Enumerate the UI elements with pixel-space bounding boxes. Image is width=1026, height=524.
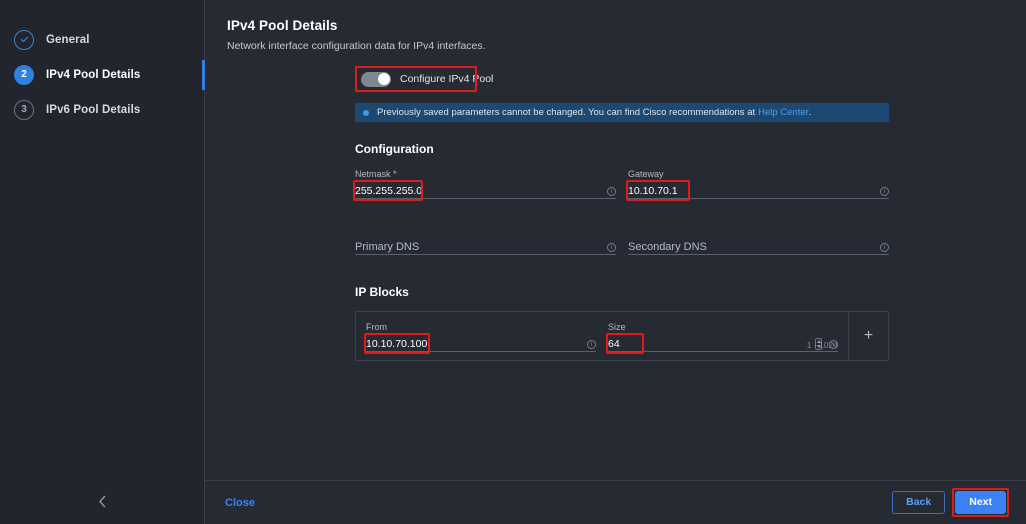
- help-center-link[interactable]: Help Center: [758, 107, 809, 118]
- ip-block-size-helper-text: 1 - 1024: [807, 340, 838, 350]
- configuration-row-1: Netmask * 255.255.255.0 i Gateway 10.10.…: [355, 169, 889, 199]
- ip-block-size-input[interactable]: 64 i: [608, 335, 838, 352]
- secondary-dns-field[interactable]: Secondary DNS i: [628, 225, 889, 255]
- ip-block-from-label: From: [366, 322, 596, 333]
- info-dot-icon: [363, 110, 369, 116]
- secondary-dns-placeholder: Secondary DNS: [628, 241, 707, 254]
- gateway-input[interactable]: 10.10.70.1 i: [628, 182, 889, 199]
- info-circle-icon[interactable]: i: [607, 243, 616, 252]
- wizard-sidebar: General 2 IPv4 Pool Details 3 IPv6 Pool …: [0, 0, 205, 524]
- configure-ipv4-pool-toggle[interactable]: [361, 72, 391, 87]
- sidebar-item-ipv4-pool-details[interactable]: 2 IPv4 Pool Details: [0, 57, 204, 92]
- sidebar-item-ipv6-pool-details[interactable]: 3 IPv6 Pool Details: [0, 92, 204, 127]
- check-icon: [14, 30, 34, 50]
- close-button[interactable]: Close: [225, 497, 255, 509]
- add-ip-block-button[interactable]: +: [848, 312, 888, 360]
- toggle-knob: [378, 73, 390, 85]
- ip-block-row: From 10.10.70.100 i Size 64: [356, 312, 848, 360]
- ip-block-size-value: 64: [608, 338, 620, 351]
- primary-dns-label: [355, 225, 616, 236]
- sidebar-item-label: General: [46, 34, 90, 46]
- gateway-value: 10.10.70.1: [628, 185, 678, 198]
- info-circle-icon[interactable]: i: [587, 340, 596, 349]
- toggle-label: Configure IPv4 Pool: [400, 73, 493, 85]
- info-banner: Previously saved parameters cannot be ch…: [355, 103, 889, 122]
- ip-block-from-field[interactable]: From 10.10.70.100 i: [366, 322, 596, 352]
- gateway-label: Gateway: [628, 169, 889, 180]
- wizard-main-panel: IPv4 Pool Details Network interface conf…: [205, 0, 1026, 524]
- wizard-footer: Close Back Next: [205, 480, 1026, 524]
- wizard-step-list: General 2 IPv4 Pool Details 3 IPv6 Pool …: [0, 0, 204, 127]
- page-subtitle: Network interface configuration data for…: [227, 40, 1004, 52]
- next-button-wrapper: Next: [955, 491, 1006, 515]
- netmask-input[interactable]: 255.255.255.0 i: [355, 182, 616, 199]
- step-number-badge: 3: [14, 100, 34, 120]
- primary-dns-placeholder: Primary DNS: [355, 241, 419, 254]
- info-banner-text: Previously saved parameters cannot be ch…: [377, 107, 755, 118]
- chevron-left-icon: [98, 495, 107, 513]
- primary-dns-field[interactable]: Primary DNS i: [355, 225, 616, 255]
- ip-blocks-section-title: IP Blocks: [355, 285, 1004, 299]
- gateway-field[interactable]: Gateway 10.10.70.1 i: [628, 169, 889, 199]
- sidebar-collapse-button[interactable]: [0, 484, 205, 524]
- ip-blocks-card: From 10.10.70.100 i Size 64: [355, 311, 889, 361]
- netmask-label: Netmask *: [355, 169, 616, 180]
- step-number-badge: 2: [14, 65, 34, 85]
- next-button[interactable]: Next: [955, 491, 1006, 515]
- sidebar-item-label: IPv6 Pool Details: [46, 104, 140, 116]
- secondary-dns-input[interactable]: Secondary DNS i: [628, 238, 889, 255]
- configuration-section-title: Configuration: [355, 142, 1004, 156]
- wizard-content: IPv4 Pool Details Network interface conf…: [205, 0, 1026, 480]
- primary-dns-input[interactable]: Primary DNS i: [355, 238, 616, 255]
- info-circle-icon[interactable]: i: [880, 187, 889, 196]
- wizard-dialog: General 2 IPv4 Pool Details 3 IPv6 Pool …: [0, 0, 1026, 524]
- page-title: IPv4 Pool Details: [227, 18, 1004, 33]
- configuration-row-2: Primary DNS i Secondary DNS i: [355, 225, 889, 255]
- info-banner-suffix: .: [809, 107, 812, 118]
- ip-block-size-label: Size: [608, 322, 838, 333]
- back-button[interactable]: Back: [892, 491, 945, 515]
- ip-block-size-field[interactable]: Size 64 i 1 - 1024: [608, 322, 838, 352]
- ip-block-from-input[interactable]: 10.10.70.100 i: [366, 335, 596, 352]
- sidebar-item-general[interactable]: General: [0, 22, 204, 57]
- sidebar-item-label: IPv4 Pool Details: [46, 69, 140, 81]
- configure-ipv4-pool-toggle-row[interactable]: Configure IPv4 Pool: [355, 66, 477, 92]
- info-circle-icon[interactable]: i: [880, 243, 889, 252]
- netmask-value: 255.255.255.0: [355, 185, 422, 198]
- footer-actions: Back Next: [892, 491, 1006, 515]
- netmask-field[interactable]: Netmask * 255.255.255.0 i: [355, 169, 616, 199]
- info-circle-icon[interactable]: i: [607, 187, 616, 196]
- ip-block-from-value: 10.10.70.100: [366, 338, 427, 351]
- secondary-dns-label: [628, 225, 889, 236]
